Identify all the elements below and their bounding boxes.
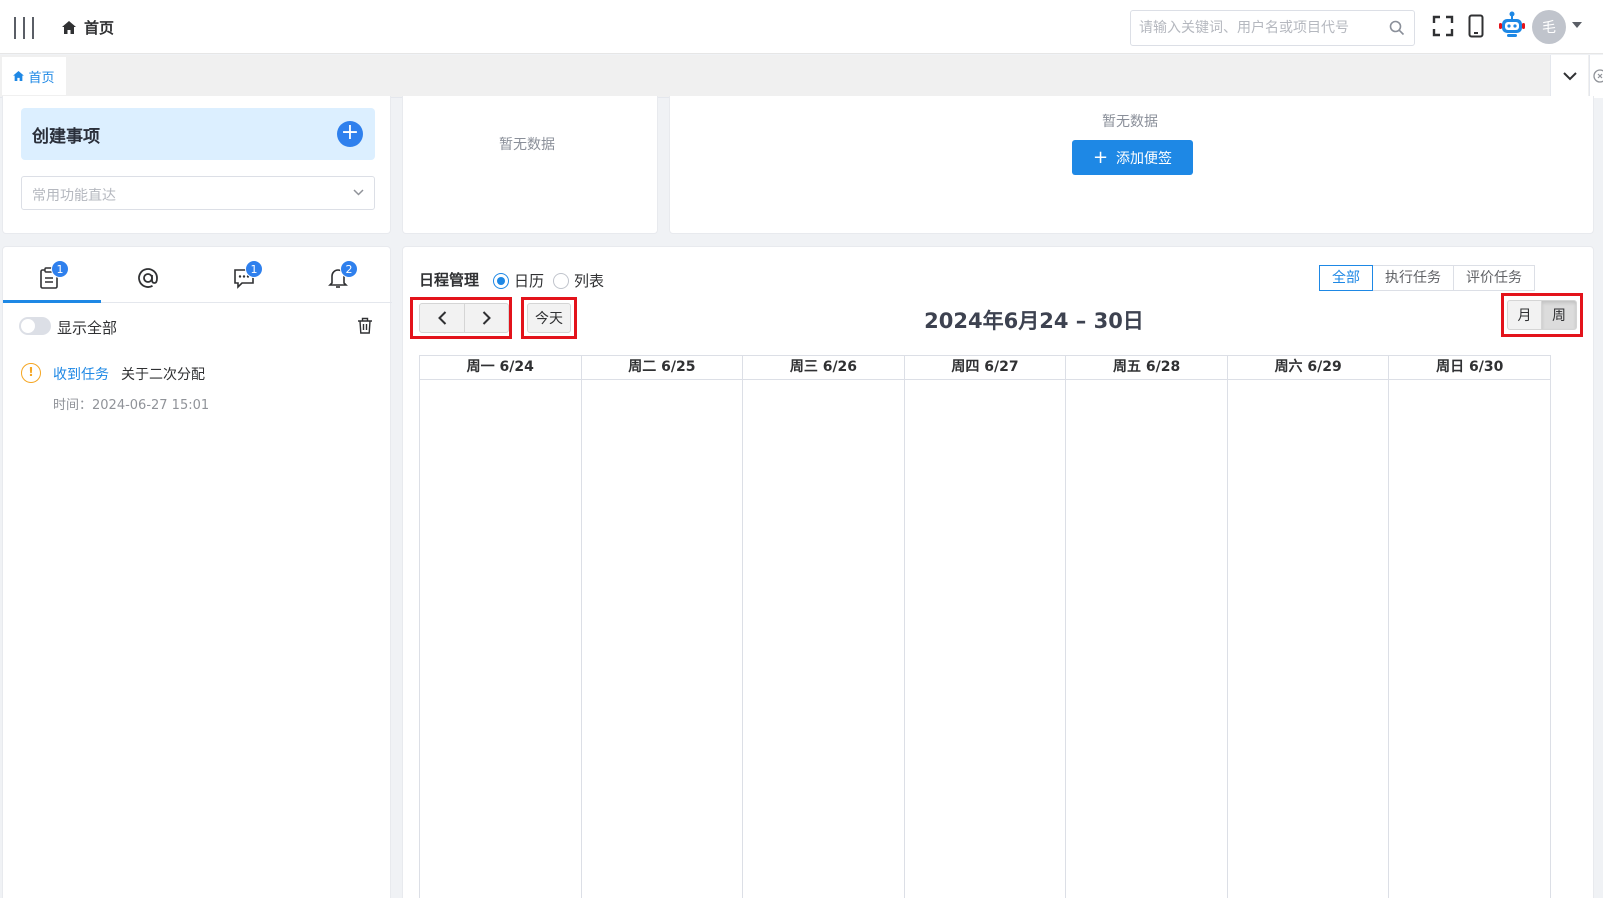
todo-badge: 1: [51, 260, 69, 278]
create-item-banner[interactable]: 创建事项 +: [21, 108, 375, 160]
radio-unselected-icon: [553, 272, 569, 289]
show-all-label: 显示全部: [57, 319, 118, 337]
mobile-icon[interactable]: [1468, 14, 1484, 38]
notification-badge: 2: [340, 260, 358, 278]
tab-todo[interactable]: 1: [39, 260, 69, 291]
day-header: 周日 6/30: [1389, 356, 1551, 380]
notice-type-link[interactable]: 收到任务: [53, 364, 109, 384]
schedule-card: 日程管理 日历 列表 全部 执行任务 评价任务 今天 2024年6月24 – 3…: [402, 246, 1594, 898]
tab-dropdown-button[interactable]: [1550, 55, 1588, 98]
chevron-down-icon: [1562, 72, 1577, 81]
filter-execution-tasks[interactable]: 执行任务: [1372, 265, 1454, 291]
quick-access-select[interactable]: 常用功能直达: [21, 176, 375, 210]
comment-badge: 1: [245, 260, 263, 278]
tab-notifications[interactable]: 2: [328, 260, 358, 291]
plus-icon: +: [1092, 146, 1109, 168]
filter-all[interactable]: 全部: [1319, 265, 1373, 291]
day-header: 周六 6/29: [1227, 356, 1389, 380]
view-calendar-radio[interactable]: 日历: [493, 270, 544, 291]
avatar-text: 毛: [1542, 20, 1556, 36]
chevron-down-icon: [353, 189, 364, 196]
top-header: 首页 毛: [0, 0, 1603, 54]
global-search[interactable]: [1130, 10, 1415, 46]
notice-time: 时间：2024-06-27 15:01: [53, 398, 210, 413]
day-column[interactable]: 周日 6/30: [1388, 356, 1551, 898]
filter-evaluation-tasks[interactable]: 评价任务: [1453, 265, 1535, 291]
schedule-title: 日程管理: [419, 271, 480, 289]
day-column[interactable]: 周五 6/28: [1065, 356, 1227, 898]
empty-text: 暂无数据: [499, 137, 555, 153]
quick-access-placeholder: 常用功能直达: [32, 188, 116, 204]
tab-bar: 首页: [0, 55, 1603, 98]
day-column[interactable]: 周一 6/24: [420, 356, 581, 898]
add-note-button[interactable]: + 添加便签: [1072, 140, 1193, 175]
add-item-button[interactable]: +: [337, 121, 363, 147]
at-icon: [138, 268, 158, 288]
avatar[interactable]: 毛: [1532, 10, 1566, 44]
month-view-button[interactable]: 月: [1507, 300, 1542, 330]
close-all-tabs-button[interactable]: [1589, 55, 1603, 98]
view-list-radio[interactable]: 列表: [553, 270, 604, 291]
day-column[interactable]: 周六 6/29: [1226, 356, 1389, 898]
home-icon: [13, 71, 25, 81]
home-icon: [62, 21, 76, 34]
tab-home[interactable]: 首页: [2, 57, 66, 95]
robot-assistant-icon[interactable]: [1499, 11, 1525, 39]
day-header: 周二 6/25: [581, 356, 743, 380]
trash-icon[interactable]: [357, 317, 373, 334]
day-header: 周四 6/27: [904, 356, 1066, 380]
day-column[interactable]: 周二 6/25: [580, 356, 743, 898]
day-column[interactable]: 周四 6/27: [903, 356, 1066, 898]
day-column[interactable]: 周三 6/26: [742, 356, 904, 898]
day-header: 周五 6/28: [1066, 356, 1227, 380]
tab-label: 首页: [28, 70, 55, 86]
day-header: 周三 6/26: [743, 356, 904, 380]
date-range-title: 2024年6月24 – 30日: [924, 309, 1144, 333]
create-title: 创建事项: [32, 127, 100, 147]
notice-title[interactable]: 关于二次分配: [121, 364, 205, 384]
view-list-label: 列表: [574, 272, 605, 290]
breadcrumb[interactable]: 首页: [62, 17, 114, 38]
messages-card: 1 1 2 显示全部 ! 收到任务 关于二次分配 时间：2024-06-27 1…: [2, 246, 392, 898]
breadcrumb-home-label: 首页: [84, 19, 115, 37]
tab-mentions[interactable]: [137, 267, 161, 291]
close-circle-icon: [1593, 69, 1603, 83]
create-card: 创建事项 + 常用功能直达: [2, 96, 391, 234]
week-calendar-grid: 周一 6/24 周二 6/25 周三 6/26 周四 6/27 周五 6/28 …: [419, 355, 1551, 898]
notes-empty-text: 暂无数据: [1102, 114, 1158, 130]
add-note-label: 添加便签: [1116, 150, 1173, 167]
empty-data-card: 暂无数据: [402, 96, 658, 234]
radio-selected-icon: [493, 272, 509, 289]
view-calendar-label: 日历: [514, 272, 545, 290]
fullscreen-icon[interactable]: [1432, 15, 1454, 37]
search-icon[interactable]: [1389, 20, 1405, 36]
tab-comments[interactable]: 1: [233, 260, 263, 291]
caret-down-icon[interactable]: [1572, 22, 1582, 28]
menu-toggle-icon[interactable]: [14, 17, 34, 39]
message-tabs: 1 1 2: [3, 247, 392, 303]
notes-card: 暂无数据 + 添加便签: [669, 96, 1594, 234]
warning-icon: !: [21, 363, 41, 383]
day-header: 周一 6/24: [420, 356, 581, 380]
week-view-button[interactable]: 周: [1541, 300, 1577, 330]
active-tab-indicator: [3, 300, 101, 303]
task-filter-group: 全部 执行任务 评价任务: [1319, 265, 1535, 291]
show-all-toggle[interactable]: [19, 317, 51, 335]
search-input[interactable]: [1139, 11, 1379, 45]
